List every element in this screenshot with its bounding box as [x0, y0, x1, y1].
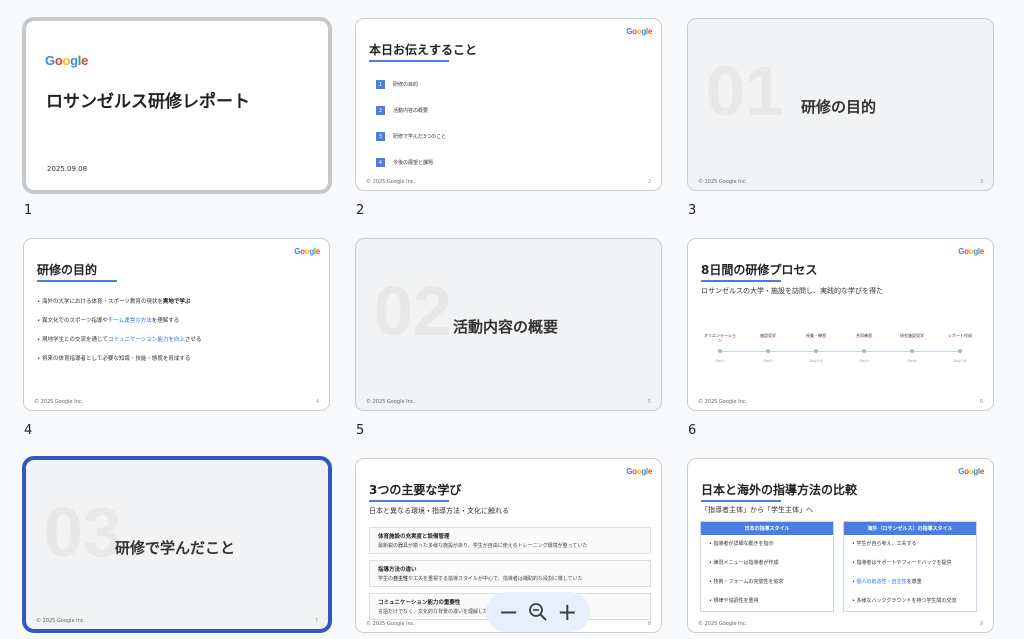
- slide-date: 2025.09.08: [47, 165, 88, 173]
- agenda-item: 4 今後の展望と課題: [376, 158, 433, 167]
- slide-page-number: 5: [647, 399, 651, 405]
- title-underline: [701, 500, 781, 502]
- zoom-out-button[interactable]: −: [499, 600, 519, 624]
- slide-number: 6: [688, 423, 697, 438]
- timeline-line: [720, 351, 962, 352]
- timeline-step-label: 授業・練習: [806, 333, 826, 338]
- slide-page-number: 7: [314, 618, 318, 624]
- slide-title: 研修の目的: [37, 263, 98, 277]
- title-underline: [37, 280, 117, 282]
- slide-thumbnail-5[interactable]: 02 活動内容の概要 © 2025 Google Inc. 5: [355, 238, 662, 411]
- learning-box: 指導方法の違い 学生の自主性や工夫を重視する指導スタイルが中心で、指導者は補助的…: [369, 560, 651, 587]
- slide-title: 8日間の研修プロセス: [701, 263, 818, 277]
- google-logo: Google: [958, 247, 984, 256]
- slide-title: 3つの主要な学び: [369, 483, 462, 497]
- slide-thumbnail-4[interactable]: Google 研修の目的 • 海外の大学における体育・スポーツ教育の現状を実地で…: [23, 238, 330, 411]
- slide-footer: © 2025 Google Inc.: [366, 621, 416, 627]
- japan-style-column: 日本の指導スタイル • 指導者が詳細な動きを指示 • 練習メニューは指導者が作成…: [700, 521, 834, 612]
- slide-title: 本日お伝えすること: [369, 43, 478, 57]
- slide-title: ロサンゼルス研修レポート: [46, 92, 250, 112]
- agenda-item: 1 研修の目的: [376, 80, 418, 89]
- title-underline: [701, 280, 781, 282]
- slide-page-number: 8: [647, 621, 651, 627]
- timeline-step-label: 研究施設見学: [900, 333, 924, 338]
- timeline-dot: [766, 349, 770, 353]
- bullet-item: • 海外の大学における体育・スポーツ教育の現状を実地で学ぶ: [37, 299, 191, 305]
- slide-footer: © 2025 Google Inc.: [698, 399, 748, 405]
- slide-title: 日本と海外の指導方法の比較: [701, 483, 858, 497]
- slide-page-number: 4: [315, 399, 319, 405]
- section-title: 研修で学んだこと: [115, 539, 236, 557]
- timeline-dot: [862, 349, 866, 353]
- slide-number: 4: [24, 423, 33, 438]
- zoom-in-button[interactable]: +: [557, 600, 577, 624]
- slide-footer: © 2025 Google Inc.: [34, 399, 84, 405]
- timeline-step-label: オリエンテーション: [704, 333, 736, 343]
- timeline-day: Day3-4: [809, 359, 823, 363]
- zoom-control-bar: − +: [486, 592, 590, 632]
- timeline-day: Day6: [907, 359, 917, 363]
- section-number: 02: [374, 272, 452, 350]
- slide-number: 1: [24, 203, 33, 218]
- title-underline: [369, 500, 449, 502]
- slide-number: 5: [356, 423, 365, 438]
- slide-subtitle: 「指導者主体」から「学生主体」へ: [701, 506, 813, 514]
- slide-number: 2: [356, 203, 365, 218]
- bullet-item: • 現地学生との交流を通じてコミュニケーション能力を向上させる: [37, 337, 202, 343]
- google-logo: Google: [958, 467, 984, 476]
- section-number: 03: [44, 493, 122, 571]
- learning-box: 体育施設の充実度と設備管理 最新鋭の器具が揃った多様な施設があり、学生が自由に使…: [369, 527, 651, 554]
- slide-thumbnail-3[interactable]: 01 研修の目的 © 2025 Google Inc. 3: [687, 18, 994, 191]
- google-logo: Google: [45, 53, 89, 68]
- slide-thumbnail-7[interactable]: 03 研修で学んだこと © 2025 Google Inc. 7: [22, 456, 332, 633]
- slide-page-number: 6: [979, 399, 983, 405]
- timeline-day: Day1: [715, 359, 725, 363]
- zoom-magnifier-icon[interactable]: [528, 602, 548, 622]
- slide-thumbnail-9[interactable]: Google 日本と海外の指導方法の比較 「指導者主体」から「学生主体」へ 日本…: [687, 458, 994, 633]
- slide-number: 3: [688, 203, 697, 218]
- timeline-step-label: 合同練習: [856, 333, 872, 338]
- bullet-item: • 将来の体育指導者として必要な知識・技能・態度を育成する: [37, 356, 191, 362]
- timeline-day: Day2: [763, 359, 773, 363]
- google-logo: Google: [626, 27, 652, 36]
- slide-page-number: 2: [647, 179, 651, 185]
- timeline-day: Day7-8: [953, 359, 967, 363]
- slide-footer: © 2025 Google Inc.: [366, 399, 416, 405]
- slide-thumbnail-2[interactable]: Google 本日お伝えすること 1 研修の目的 2 活動内容の概要 3 研修で学んだ…: [355, 18, 662, 191]
- bullet-item: • 異文化でのスポーツ指導やチーム運営の方法を理解する: [37, 318, 180, 324]
- google-logo: Google: [626, 467, 652, 476]
- slide-page-number: 9: [979, 621, 983, 627]
- slide-subtitle: 日本と異なる環境・指導方法・文化に触れる: [369, 507, 509, 515]
- timeline-dot: [718, 349, 722, 353]
- slide-footer: © 2025 Google Inc.: [36, 618, 86, 624]
- slide-footer: © 2025 Google Inc.: [366, 179, 416, 185]
- slide-thumbnail-1[interactable]: Google ロサンゼルス研修レポート 2025.09.08: [22, 17, 332, 194]
- slide-footer: © 2025 Google Inc.: [698, 621, 748, 627]
- slide-page-number: 3: [979, 179, 983, 185]
- agenda-item: 3 研修で学んだ3つのこと: [376, 132, 446, 141]
- timeline-dot: [814, 349, 818, 353]
- timeline-dot: [958, 349, 962, 353]
- slide-footer: © 2025 Google Inc.: [698, 179, 748, 185]
- timeline-step-label: 施設見学: [760, 333, 776, 338]
- section-title: 研修の目的: [801, 98, 877, 116]
- section-title: 活動内容の概要: [453, 318, 559, 336]
- agenda-item: 2 活動内容の概要: [376, 106, 428, 115]
- overseas-style-column: 海外（ロサンゼルス）の指導スタイル • 学生が自ら考え、工夫する • 指導者はサ…: [843, 521, 977, 612]
- title-underline: [369, 60, 449, 62]
- timeline-day: Day5: [859, 359, 869, 363]
- timeline-step-label: レポート作成: [948, 333, 972, 338]
- timeline-dot: [910, 349, 914, 353]
- slide-thumbnail-6[interactable]: Google 8日間の研修プロセス ロサンゼルスの大学・施設を訪問し、実践的な学…: [687, 238, 994, 411]
- section-number: 01: [706, 52, 784, 130]
- google-logo: Google: [294, 247, 320, 256]
- slide-subtitle: ロサンゼルスの大学・施設を訪問し、実践的な学びを得た: [701, 287, 883, 295]
